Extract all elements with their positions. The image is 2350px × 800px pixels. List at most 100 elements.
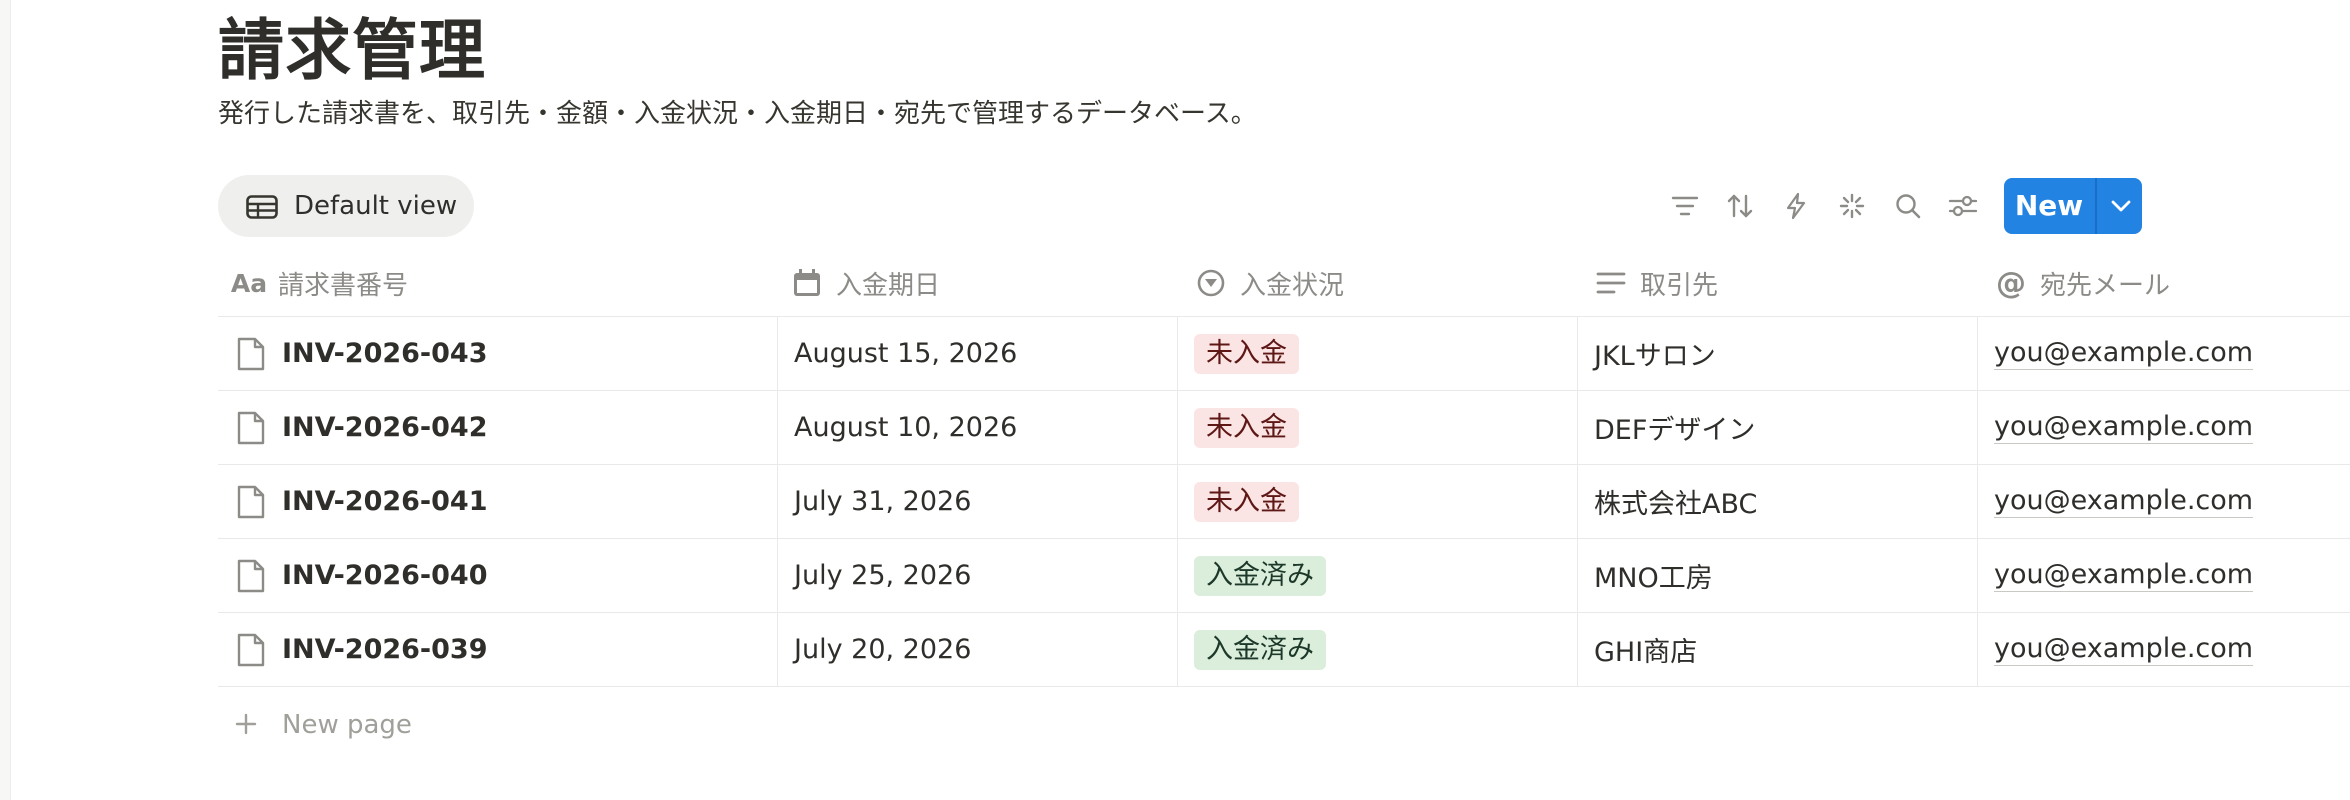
client-cell[interactable]: MNO工房 (1594, 539, 1713, 612)
settings-icon[interactable] (1945, 188, 1981, 224)
page-description: 発行した請求書を、取引先・金額・入金状況・入金期日・宛先で管理するデータベース。 (218, 99, 1257, 129)
table-row[interactable]: INV-2026-042 August 10, 2026 未入金 DEFデザイン you… (218, 391, 2350, 465)
client-name: GHI商店 (1594, 637, 1698, 668)
status-cell[interactable]: 入金済み (1194, 539, 1326, 612)
email-cell[interactable]: you@example.com (1994, 317, 2254, 390)
chevron-down-icon[interactable] (2100, 178, 2142, 234)
view-tab-label: Default view (294, 191, 458, 221)
column-divider (1577, 539, 1578, 612)
invoice-number: INV-2026-042 (282, 412, 488, 443)
column-divider (777, 317, 778, 390)
page-icon (236, 484, 266, 520)
invoice-number-cell[interactable]: INV-2026-040 (236, 539, 488, 612)
column-divider (1177, 391, 1178, 464)
invoice-number-cell[interactable]: INV-2026-041 (236, 465, 488, 538)
email-cell[interactable]: you@example.com (1994, 613, 2254, 686)
new-page-button[interactable]: New page (218, 690, 412, 760)
due-date: August 15, 2026 (794, 338, 1018, 369)
status-cell[interactable]: 未入金 (1194, 317, 1299, 390)
table-icon (246, 195, 278, 223)
column-header-label: 請求書番号 (278, 270, 409, 301)
column-divider (1977, 465, 1978, 538)
text-icon (1594, 266, 1628, 300)
table-row[interactable]: INV-2026-040 July 25, 2026 入金済み MNO工房 you@ex… (218, 539, 2350, 613)
status-badge: 入金済み (1194, 555, 1326, 596)
client-name: DEFデザイン (1594, 415, 1756, 446)
column-divider (1177, 539, 1178, 612)
email-cell[interactable]: you@example.com (1994, 465, 2254, 538)
page-icon (236, 632, 266, 668)
invoice-number: INV-2026-043 (282, 338, 488, 369)
column-header-status[interactable]: 入金状況 (1194, 250, 1344, 316)
due-date: July 25, 2026 (794, 560, 972, 591)
page-icon (236, 336, 266, 372)
column-divider (1577, 391, 1578, 464)
sidebar-edge (0, 0, 11, 800)
email-link[interactable]: you@example.com (1994, 411, 2254, 444)
search-icon[interactable] (1890, 188, 1926, 224)
status-icon (1194, 266, 1228, 300)
client-cell[interactable]: GHI商店 (1594, 613, 1697, 686)
page-icon (236, 558, 266, 594)
status-badge: 未入金 (1194, 333, 1299, 374)
client-name: MNO工房 (1594, 563, 1713, 594)
column-header-due-date[interactable]: 入金期日 (790, 250, 940, 316)
plus-icon (234, 706, 264, 744)
column-divider (777, 465, 778, 538)
due-date: August 10, 2026 (794, 412, 1018, 443)
email-cell[interactable]: you@example.com (1994, 391, 2254, 464)
client-name: 株式会社ABC (1594, 489, 1758, 520)
status-cell[interactable]: 入金済み (1194, 613, 1326, 686)
column-header-invoice[interactable]: Aa 請求書番号 (231, 250, 409, 316)
client-cell[interactable]: DEFデザイン (1594, 391, 1755, 464)
table-row[interactable]: INV-2026-041 July 31, 2026 未入金 株式会社ABC you@e… (218, 465, 2350, 539)
email-link[interactable]: you@example.com (1994, 559, 2254, 592)
due-date-cell[interactable]: August 15, 2026 (794, 317, 1017, 390)
email-link[interactable]: you@example.com (1994, 337, 2254, 370)
status-badge: 未入金 (1194, 407, 1299, 448)
filter-icon[interactable] (1667, 188, 1703, 224)
status-cell[interactable]: 未入金 (1194, 465, 1299, 538)
column-header-label: 宛先メール (2040, 270, 2171, 301)
new-button[interactable]: New (2004, 178, 2142, 234)
invoice-number-cell[interactable]: INV-2026-039 (236, 613, 488, 686)
column-header-client[interactable]: 取引先 (1594, 250, 1718, 316)
table-row[interactable]: INV-2026-043 August 15, 2026 未入金 JKLサロン you@… (218, 317, 2350, 391)
automation-icon[interactable] (1778, 188, 1814, 224)
due-date-cell[interactable]: July 31, 2026 (794, 465, 971, 538)
invoice-number: INV-2026-041 (282, 486, 488, 517)
page-title: 請求管理 (218, 12, 486, 89)
invoice-number-cell[interactable]: INV-2026-043 (236, 317, 488, 390)
column-divider (1577, 465, 1578, 538)
view-tab-default[interactable]: Default view (218, 175, 474, 237)
column-divider (1577, 317, 1578, 390)
client-cell[interactable]: JKLサロン (1594, 317, 1716, 390)
column-divider (1977, 391, 1978, 464)
column-divider (1177, 317, 1178, 390)
client-name: JKLサロン (1594, 341, 1716, 372)
due-date: July 31, 2026 (794, 486, 972, 517)
sort-icon[interactable] (1722, 188, 1758, 224)
column-divider (1977, 317, 1978, 390)
invoice-number: INV-2026-040 (282, 560, 488, 591)
due-date-cell[interactable]: July 20, 2026 (794, 613, 971, 686)
email-cell[interactable]: you@example.com (1994, 539, 2254, 612)
email-link[interactable]: you@example.com (1994, 633, 2254, 666)
at-icon: @ (1996, 265, 2026, 301)
status-cell[interactable]: 未入金 (1194, 391, 1299, 464)
new-button-divider (2095, 178, 2097, 234)
client-cell[interactable]: 株式会社ABC (1594, 465, 1757, 538)
ai-sparkle-icon[interactable] (1834, 188, 1870, 224)
new-page-label: New page (282, 710, 412, 740)
column-header-label: 入金期日 (836, 270, 941, 301)
column-header-email[interactable]: @ 宛先メール (1994, 250, 2170, 316)
invoice-number-cell[interactable]: INV-2026-042 (236, 391, 488, 464)
invoice-number: INV-2026-039 (282, 634, 488, 665)
column-divider (777, 391, 778, 464)
column-divider (1977, 613, 1978, 686)
email-link[interactable]: you@example.com (1994, 485, 2254, 518)
table-row[interactable]: INV-2026-039 July 20, 2026 入金済み GHI商店 you@ex… (218, 613, 2350, 687)
due-date-cell[interactable]: August 10, 2026 (794, 391, 1017, 464)
calendar-icon (790, 266, 824, 300)
due-date-cell[interactable]: July 25, 2026 (794, 539, 971, 612)
